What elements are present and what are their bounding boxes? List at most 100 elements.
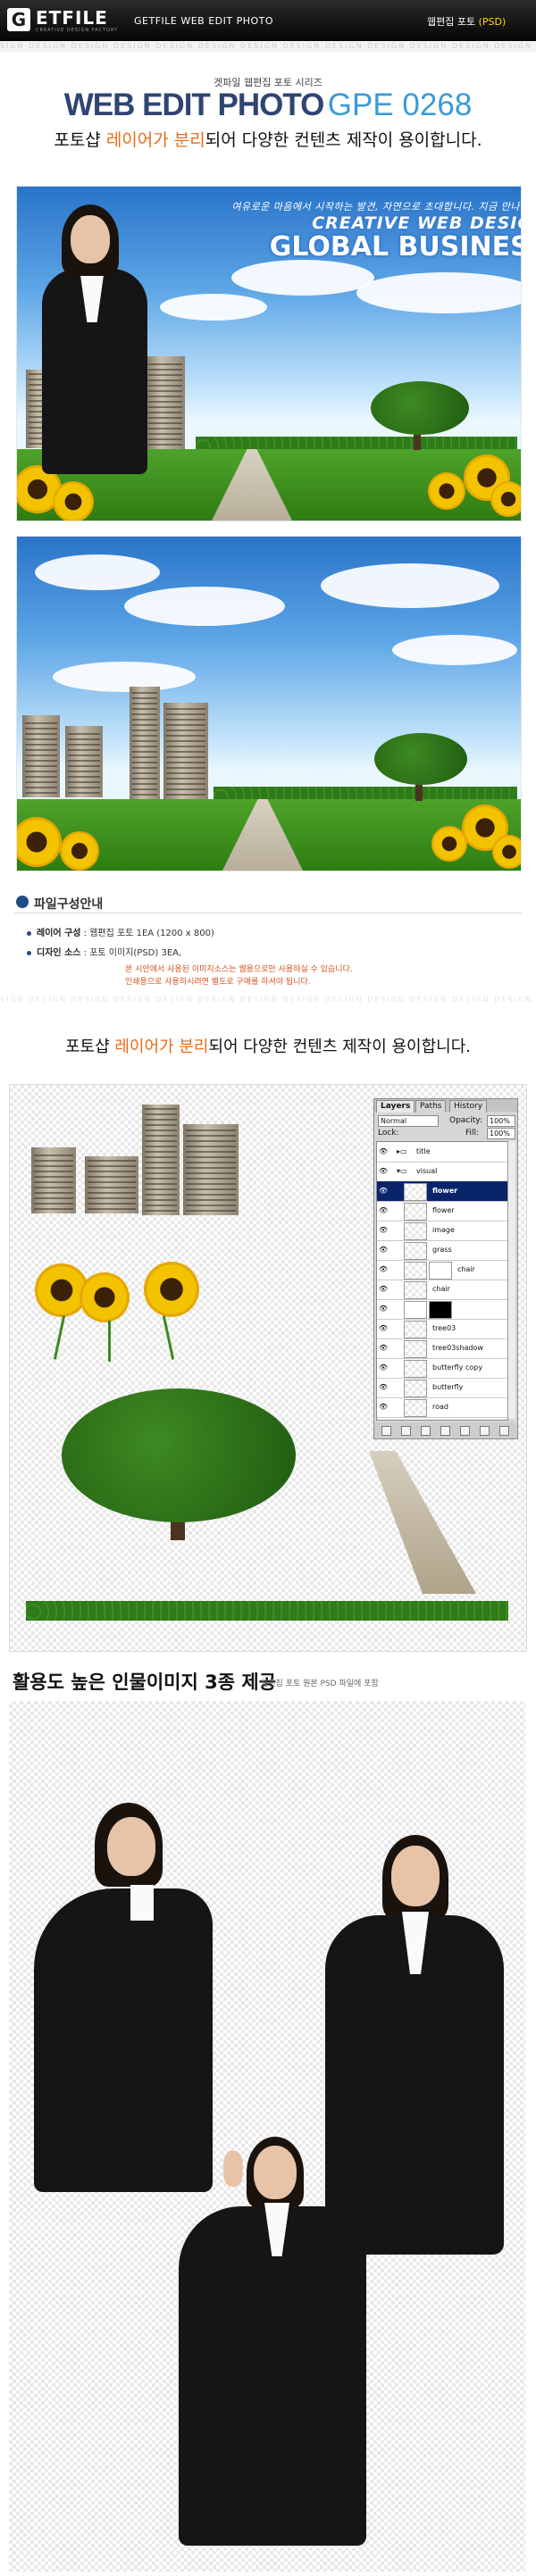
people-images-panel — [9, 1701, 525, 2572]
row-value: : 포토 이미지(PSD) 3EA, — [83, 948, 182, 958]
tab-paths[interactable]: Paths — [415, 1100, 447, 1113]
layer-row[interactable]: 👁 chair — [377, 1280, 507, 1300]
layer-row[interactable]: 👁 chair — [377, 1260, 507, 1280]
new-layer-icon[interactable] — [480, 1426, 490, 1436]
visibility-eye-icon[interactable]: 👁 — [379, 1206, 388, 1214]
layer-name: tree03 — [432, 1324, 456, 1332]
layer-row[interactable]: 👁 road — [377, 1397, 507, 1418]
watermark-strip: SIGN DESIGN DESIGN DESIGN DESIGN DESIGN … — [0, 41, 536, 52]
tab-history[interactable]: History — [449, 1100, 488, 1113]
layer-row[interactable]: 👁 ▾▭ visual — [377, 1162, 507, 1182]
building-asset — [85, 1156, 138, 1213]
visibility-eye-icon[interactable]: 👁 — [379, 1246, 388, 1254]
layer-name: chair — [457, 1265, 475, 1273]
logo-text[interactable]: ETFILE — [36, 7, 108, 29]
group-folder-icon: ▾▭ — [397, 1167, 407, 1175]
section-bullet-icon — [16, 896, 29, 908]
bullet-icon — [27, 950, 31, 955]
flower-stem — [108, 1321, 111, 1362]
layer-thumbnail — [404, 1242, 427, 1260]
woman-profile-figure — [34, 1888, 213, 2192]
usage-note: 본 시안에서 사용된 이미지소스는 웹용으로만 사용하실 수 있습니다. — [125, 965, 353, 974]
blend-mode-select[interactable]: Normal — [378, 1115, 439, 1127]
people-section-subtitle: 웹편집 포토 원본 PSD 파일에 포함 — [261, 1680, 379, 1688]
layer-name: road — [432, 1403, 448, 1411]
file-info-row: 레이어 구성 : 웹편집 포토 1EA (1200 x 800) — [27, 925, 214, 938]
layer-thumbnail — [404, 1380, 427, 1397]
visibility-eye-icon[interactable]: 👁 — [379, 1265, 388, 1273]
visibility-eye-icon[interactable]: 👁 — [379, 1344, 388, 1352]
site-title: GETFILE WEB EDIT PHOTO — [134, 15, 274, 27]
cloud — [160, 294, 267, 321]
row-value: : 웹편집 포토 1EA (1200 x 800) — [83, 929, 214, 938]
tab-layers[interactable]: Layers — [376, 1100, 415, 1113]
layer-thumbnail — [404, 1262, 427, 1280]
flower-stem — [53, 1315, 66, 1360]
flower-stem — [162, 1315, 175, 1360]
lock-label: Lock: — [378, 1129, 399, 1138]
visibility-eye-icon[interactable]: 👁 — [379, 1147, 388, 1155]
layer-mask-thumbnail — [429, 1301, 452, 1319]
opacity-field[interactable]: 100% — [487, 1115, 515, 1127]
layers-tagline: 포토샵 레이어가 분리되어 다양한 컨텐츠 제작이 용이합니다. — [0, 1034, 536, 1057]
visibility-eye-icon[interactable]: 👁 — [379, 1383, 388, 1391]
new-group-icon[interactable] — [460, 1426, 470, 1436]
layer-row[interactable]: 👁 ▸▭ title — [377, 1142, 507, 1163]
layer-style-icon[interactable] — [401, 1426, 411, 1436]
face — [107, 1817, 155, 1876]
title-code: GPE 0268 — [327, 88, 473, 122]
getfile-logo-icon[interactable]: G — [7, 8, 30, 31]
tagline-text: 포토샵 — [54, 130, 106, 150]
link-icon[interactable] — [381, 1426, 391, 1436]
background-preview-image — [16, 536, 522, 871]
layer-row[interactable]: 👁 — [377, 1299, 507, 1320]
building-asset — [183, 1124, 239, 1215]
visibility-eye-icon[interactable]: 👁 — [379, 1363, 388, 1371]
layer-row[interactable]: 👁 butterfly — [377, 1378, 507, 1398]
layer-row[interactable]: 👁 tree03 — [377, 1319, 507, 1339]
layer-row[interactable]: 👁 flower — [377, 1201, 507, 1221]
logo-tagline: CREATIVE DESIGN FACTORY — [36, 28, 119, 33]
building-asset — [142, 1105, 180, 1215]
layer-thumbnail — [404, 1301, 427, 1319]
layer-name: visual — [416, 1167, 438, 1175]
trash-icon[interactable] — [499, 1426, 509, 1436]
layer-name: title — [416, 1147, 431, 1155]
banner-slogan: 여유로운 마음에서 시작하는 발견, 자연으로 초대합니다. 지금 만나세요~ — [231, 201, 522, 213]
layer-name: chair — [432, 1285, 450, 1293]
cloud — [392, 635, 517, 665]
add-mask-icon[interactable] — [421, 1426, 431, 1436]
tagline-text: 되어 다양한 컨텐츠 제작이 용이합니다. — [205, 130, 482, 150]
layer-list-scrollbar[interactable] — [507, 1141, 515, 1419]
cloud — [35, 554, 160, 590]
layer-name: butterfly copy — [432, 1363, 483, 1371]
visibility-eye-icon[interactable]: 👁 — [379, 1187, 388, 1195]
visibility-eye-icon[interactable]: 👁 — [379, 1167, 388, 1175]
group-folder-icon: ▸▭ — [397, 1147, 407, 1155]
bullet-icon — [27, 930, 31, 936]
tagline-highlight: 레이어가 분리 — [114, 1038, 209, 1056]
layer-row[interactable]: 👁 tree03shadow — [377, 1338, 507, 1359]
logo-mark: G — [11, 9, 27, 30]
top-header-bar: G ETFILE CREATIVE DESIGN FACTORY GETFILE… — [0, 0, 536, 41]
layer-row[interactable]: 👁 butterfly copy — [377, 1358, 507, 1379]
visibility-eye-icon[interactable]: 👁 — [379, 1285, 388, 1293]
layer-row[interactable]: 👁 grass — [377, 1240, 507, 1261]
layer-thumbnail — [404, 1281, 427, 1299]
visibility-eye-icon[interactable]: 👁 — [379, 1226, 388, 1234]
watermark-strip: SIGN DESIGN DESIGN DESIGN DESIGN DESIGN … — [0, 995, 536, 1005]
visibility-eye-icon[interactable]: 👁 — [379, 1324, 388, 1332]
file-info-heading: 파일구성안내 — [34, 897, 104, 912]
row-label: 레이어 구성 — [37, 929, 81, 938]
layer-name: tree03shadow — [432, 1344, 483, 1352]
layer-row[interactable]: 👁 image — [377, 1221, 507, 1241]
adjustment-layer-icon[interactable] — [440, 1426, 450, 1436]
fill-field[interactable]: 100% — [487, 1128, 515, 1139]
raised-hand — [223, 2151, 243, 2187]
opacity-label: Opacity: — [449, 1116, 482, 1125]
visibility-eye-icon[interactable]: 👁 — [379, 1403, 388, 1411]
sunflower — [492, 835, 521, 869]
visibility-eye-icon[interactable]: 👁 — [379, 1305, 388, 1313]
layer-row-selected[interactable]: 👁 flower — [377, 1181, 507, 1202]
sunflower — [428, 472, 465, 510]
